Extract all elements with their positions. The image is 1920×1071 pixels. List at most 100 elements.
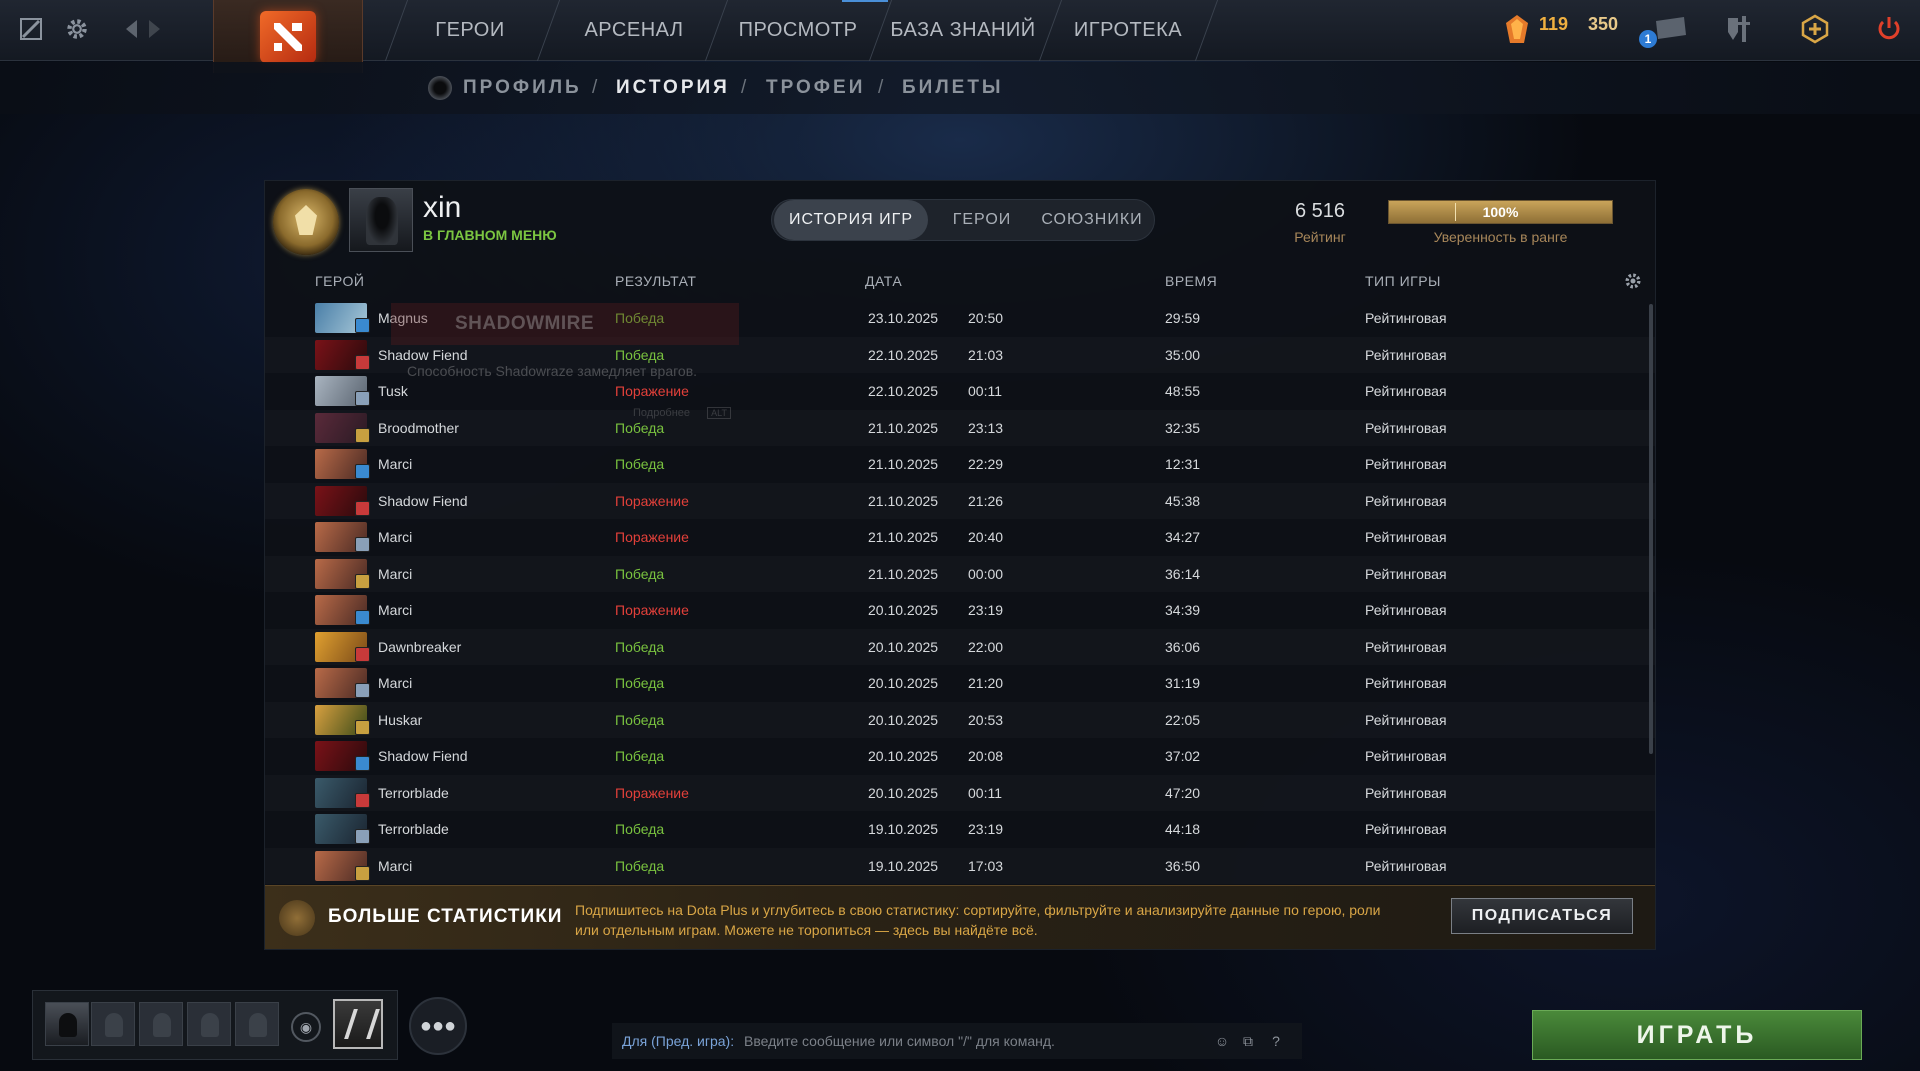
match-result: Победа [615, 857, 665, 874]
promo-title: БОЛЬШЕ СТАТИСТИКИ [328, 906, 563, 927]
nav-watch[interactable]: ПРОСМОТР [732, 0, 864, 61]
armory-icon[interactable] [1724, 14, 1754, 44]
table-row[interactable]: Shadow Fiend Победа 20.10.2025 20:08 37:02 Ре… [265, 738, 1655, 774]
rank-confidence-bar: 100% [1388, 200, 1613, 224]
hero-name: Dawnbreaker [378, 638, 462, 655]
role-icon [355, 318, 370, 333]
settings-gear-icon[interactable] [62, 14, 92, 44]
party-slot-empty[interactable] [187, 1002, 231, 1046]
player-status: В ГЛАВНОМ МЕНЮ [423, 227, 557, 243]
role-icon [355, 391, 370, 406]
scrollbar[interactable] [1649, 304, 1653, 754]
dashboard-icon[interactable] [16, 14, 46, 44]
table-row[interactable]: Shadow Fiend Поражение 21.10.2025 21:26 45:3… [265, 483, 1655, 519]
tab-match-history[interactable]: ИСТОРИЯ ИГР [774, 200, 928, 240]
table-row[interactable]: Huskar Победа 20.10.2025 20:53 22:05 Рейтинго… [265, 702, 1655, 738]
match-duration: 29:59 [1165, 310, 1201, 326]
table-row[interactable]: Marci Поражение 21.10.2025 20:40 34:27 Рейтин… [265, 519, 1655, 555]
role-icon [355, 610, 370, 625]
subnav-tickets[interactable]: БИЛЕТЫ [902, 77, 1004, 99]
game-mode: Рейтинговая [1365, 784, 1447, 801]
header-game-mode[interactable]: ТИП ИГРЫ [1365, 273, 1441, 289]
nav-arsenal[interactable]: АРСЕНАЛ [566, 0, 702, 61]
nav-arcade[interactable]: ИГРОТЕКА [1064, 0, 1192, 61]
table-row[interactable]: Terrorblade Победа 19.10.2025 23:19 44:18 Рей… [265, 811, 1655, 847]
match-result: Победа [615, 675, 665, 691]
match-duration: 34:27 [1165, 529, 1201, 545]
match-time: 17:03 [968, 857, 1004, 874]
game-mode: Рейтинговая [1365, 857, 1447, 874]
table-row[interactable]: Marci Победа 21.10.2025 22:29 12:31 Рейтингов… [265, 446, 1655, 482]
match-date: 20.10.2025 [868, 748, 939, 764]
voice-chat-icon[interactable]: ◉ [291, 1012, 321, 1042]
match-duration: 34:39 [1165, 602, 1201, 618]
emoji-icon[interactable]: ☺ [1210, 1029, 1234, 1053]
dota-plus-icon[interactable] [1800, 14, 1830, 44]
match-duration: 36:50 [1165, 857, 1201, 874]
chat-channel-label[interactable]: Для (Пред. игра): [622, 1033, 734, 1049]
tab-heroes[interactable]: ГЕРОИ [932, 200, 1032, 240]
subnav-history[interactable]: ИСТОРИЯ [616, 77, 730, 99]
tooltip-title: SHADOWMIRE [455, 313, 595, 334]
play-button[interactable]: ИГРАТЬ [1532, 1010, 1862, 1060]
header-result[interactable]: РЕЗУЛЬТАТ [615, 273, 696, 289]
party-slot-empty[interactable] [235, 1002, 279, 1046]
subscribe-button[interactable]: ПОДПИСАТЬСЯ [1451, 898, 1633, 934]
rating-label: Рейтинг [1294, 229, 1346, 245]
subnav-separator: / [741, 77, 747, 98]
match-result: Победа [615, 419, 665, 436]
tab-allies[interactable]: СОЮЗНИКИ [1034, 200, 1150, 240]
battle-pass-icon[interactable] [333, 999, 383, 1049]
match-date: 22.10.2025 [868, 346, 939, 363]
subnav-trophies[interactable]: ТРОФЕИ [766, 77, 865, 99]
game-mode: Рейтинговая [1365, 346, 1447, 363]
match-time: 21:26 [968, 492, 1004, 509]
match-time: 00:11 [968, 784, 1002, 801]
hero-name: Shadow Fiend [378, 748, 468, 764]
match-time: 21:20 [968, 675, 1004, 691]
match-duration: 47:20 [1165, 784, 1201, 801]
header-date[interactable]: ДАТА [865, 273, 902, 289]
game-mode: Рейтинговая [1365, 821, 1447, 837]
table-row[interactable]: Marci Победа 19.10.2025 17:03 36:50 Рейтингов… [265, 848, 1655, 884]
party-slot-self[interactable] [45, 1002, 89, 1046]
header-hero[interactable]: ГЕРОЙ [315, 273, 364, 289]
hero-name: Shadow Fiend [378, 492, 468, 509]
match-date: 21.10.2025 [868, 456, 939, 472]
tooltip-description: Способность Shadowraze замедляет врагов. [407, 363, 698, 379]
nav-divider [1194, 0, 1219, 61]
party-slot-empty[interactable] [91, 1002, 135, 1046]
hero-name: Terrorblade [378, 821, 449, 837]
table-row[interactable]: Terrorblade Поражение 20.10.2025 00:11 47:20… [265, 775, 1655, 811]
lobby-browser-icon[interactable]: ●●● [409, 997, 467, 1055]
table-row[interactable]: Broodmother Победа 21.10.2025 23:13 32:35 Рей… [265, 410, 1655, 446]
match-time: 20:53 [968, 711, 1004, 728]
table-row[interactable]: Marci Победа 21.10.2025 00:00 36:14 Рейтингов… [265, 556, 1655, 592]
avatar[interactable] [349, 188, 413, 252]
match-time: 23:13 [968, 419, 1004, 436]
top-navigation-bar: ГЕРОИ АРСЕНАЛ ПРОСМОТР БАЗА ЗНАНИЙ ИГРОТ… [0, 0, 1920, 73]
power-icon[interactable] [1874, 14, 1904, 44]
nav-heroes[interactable]: ГЕРОИ [410, 0, 530, 61]
chat-input[interactable]: Введите сообщение или символ "/" для ком… [744, 1033, 1055, 1049]
hero-name: Marci [378, 456, 413, 472]
match-time: 21:03 [968, 346, 1004, 363]
hero-name: Marci [378, 675, 413, 691]
chat-wheel-icon[interactable]: ⧉ [1236, 1029, 1260, 1053]
nav-learn[interactable]: БАЗА ЗНАНИЙ [890, 0, 1036, 61]
table-settings-gear-icon[interactable] [1623, 271, 1643, 291]
match-duration: 35:00 [1165, 346, 1201, 363]
header-duration[interactable]: ВРЕМЯ [1165, 273, 1217, 289]
forward-arrow-icon[interactable] [140, 14, 170, 44]
nav-divider [1038, 0, 1063, 61]
hero-name: Tusk [378, 383, 408, 399]
subnav-profile[interactable]: ПРОФИЛЬ [463, 77, 582, 99]
rank-medal-icon [273, 189, 339, 255]
match-time: 00:00 [968, 565, 1004, 582]
table-row[interactable]: Dawnbreaker Победа 20.10.2025 22:00 36:06 Рей… [265, 629, 1655, 665]
party-slot-empty[interactable] [139, 1002, 183, 1046]
help-icon[interactable]: ? [1264, 1029, 1288, 1053]
table-row[interactable]: Marci Победа 20.10.2025 21:20 31:19 Рейтингов… [265, 665, 1655, 701]
match-time: 20:40 [968, 529, 1004, 545]
table-row[interactable]: Marci Поражение 20.10.2025 23:19 34:39 Рейтин… [265, 592, 1655, 628]
